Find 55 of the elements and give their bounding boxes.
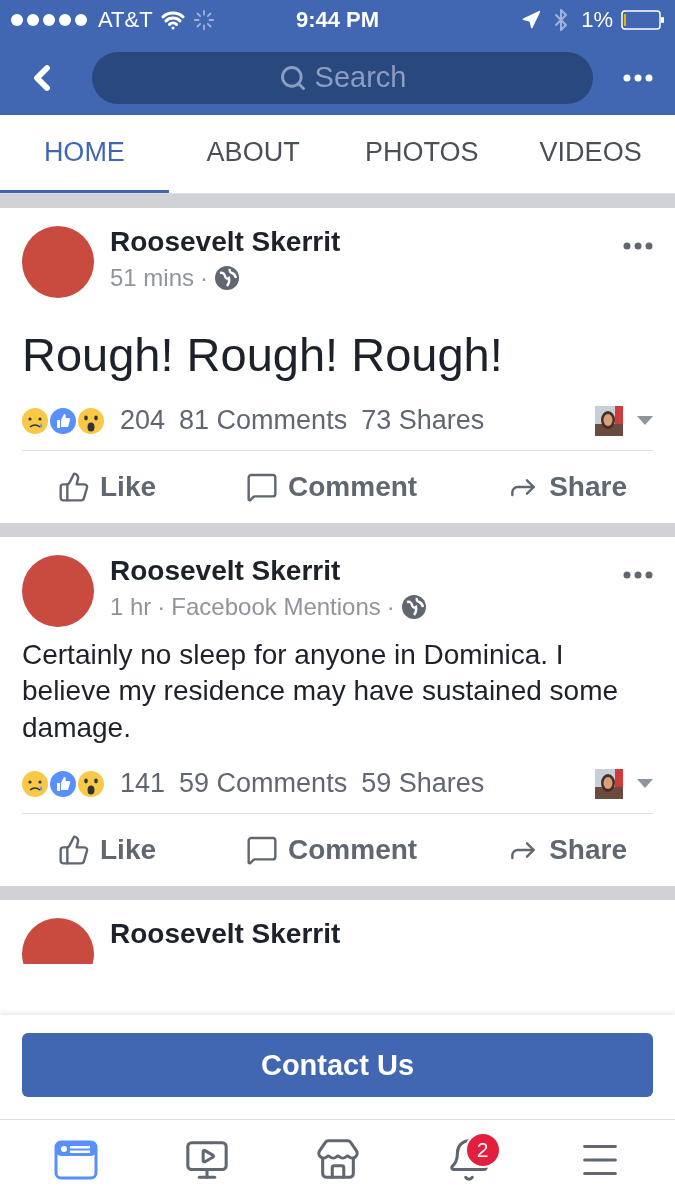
post-action-button[interactable]: Share [507, 834, 627, 867]
post-action-button[interactable]: Share [507, 471, 627, 504]
caret-icon[interactable] [637, 778, 653, 789]
reaction-count[interactable]: 141 [120, 768, 166, 800]
wow-reaction-icon [76, 405, 106, 436]
contact-button[interactable]: Contact Us [22, 1033, 653, 1097]
thumbs-up-icon [58, 471, 90, 504]
like-reaction-icon [48, 405, 78, 436]
separator-dot: · [157, 593, 166, 622]
page-tab[interactable]: VIDEOS [506, 115, 675, 193]
more-icon[interactable] [623, 242, 653, 250]
page-tab[interactable]: PHOTOS [337, 115, 507, 193]
globe-icon [214, 265, 241, 291]
post-text: Rough! Rough! Rough! [22, 327, 504, 383]
separator-dot: · [386, 593, 395, 622]
speech-bubble-icon [246, 834, 279, 867]
sad-reaction-icon [20, 768, 50, 799]
like-reaction-icon [48, 768, 78, 799]
author-name[interactable]: Roosevelt Skerrit [110, 226, 607, 258]
loading-icon [192, 9, 215, 31]
separator-dot: · [200, 264, 209, 292]
page-tab[interactable]: ABOUT [168, 115, 338, 193]
carrier-name: AT&T [98, 7, 153, 33]
notification-badge: 2 [464, 1132, 501, 1168]
post-action-button[interactable]: Like [58, 471, 157, 504]
post-text: Certainly no sleep for anyone in Dominica. I believe my residence may have sustained some damage. [22, 638, 620, 745]
author-name[interactable]: Roosevelt Skerrit [110, 555, 607, 588]
share-count[interactable]: 73 Shares [361, 405, 485, 437]
caret-icon[interactable] [637, 415, 653, 426]
more-icon[interactable] [623, 571, 653, 580]
status-time: 9:44 PM [295, 7, 380, 33]
post-time: 1 hr [110, 593, 152, 622]
location-icon [521, 10, 542, 30]
post-action-button[interactable]: Comment [246, 834, 418, 867]
share-count[interactable]: 59 Shares [361, 768, 485, 800]
sad-reaction-icon [20, 405, 50, 436]
speech-bubble-icon [246, 471, 279, 504]
wow-reaction-icon [76, 768, 106, 799]
post-action-button[interactable]: Like [58, 834, 157, 867]
signal-icon [10, 13, 90, 27]
search-field[interactable]: Search [92, 51, 593, 104]
post-time: 51 mins [110, 264, 195, 292]
news-feed-icon [53, 1140, 98, 1180]
battery-icon [621, 10, 665, 30]
post-source: Facebook Mentions [171, 593, 381, 622]
comment-count[interactable]: 81 Comments [179, 405, 348, 437]
battery-percent: 1% [581, 7, 613, 33]
thumbs-up-icon [58, 834, 90, 867]
globe-icon [400, 594, 427, 621]
search-icon [278, 63, 307, 92]
reaction-count[interactable]: 204 [120, 405, 166, 437]
author-name[interactable]: Roosevelt Skerrit [110, 918, 653, 951]
more-icon[interactable] [623, 73, 653, 82]
comment-count[interactable]: 59 Comments [179, 768, 348, 800]
post-action-button[interactable]: Comment [246, 471, 418, 504]
